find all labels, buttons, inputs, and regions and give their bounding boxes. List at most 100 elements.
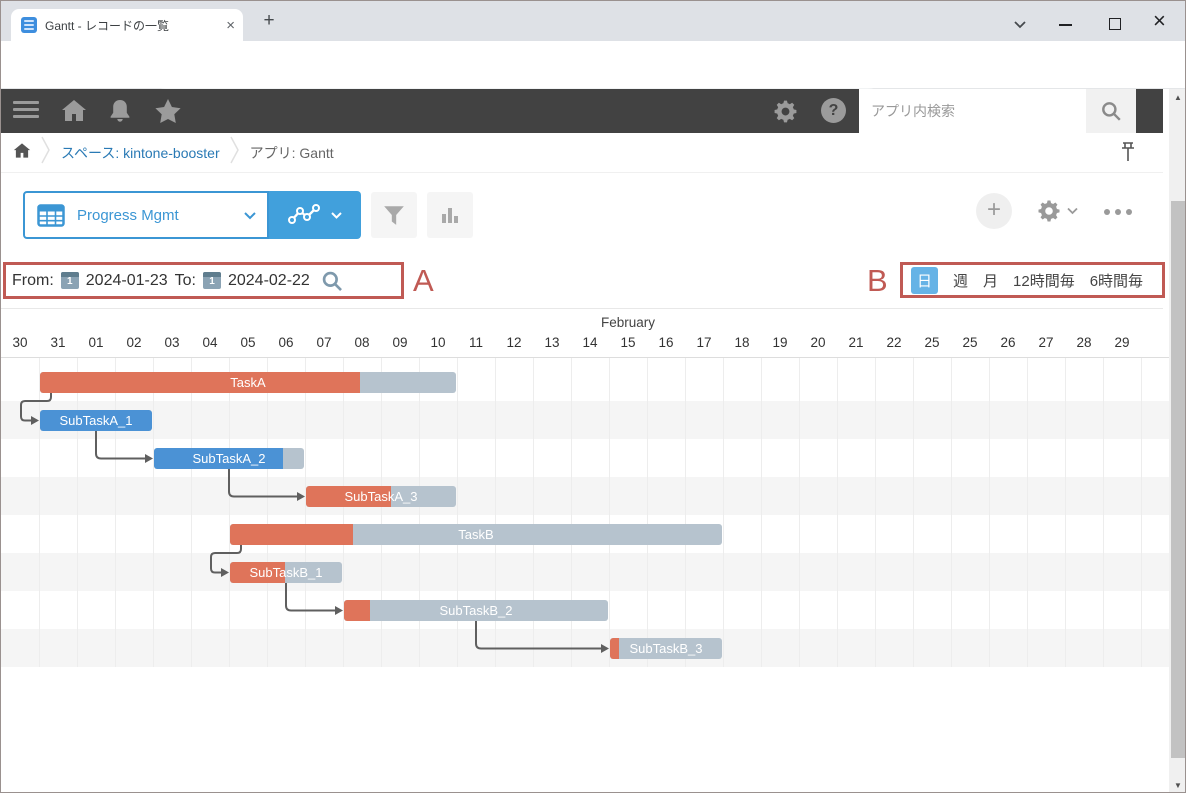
calendar-icon[interactable]: 1 [202,272,221,289]
tab-close-icon[interactable]: × [226,17,235,34]
view-selector-main[interactable]: Progress Mgmt [23,191,269,239]
gridline [1141,358,1142,667]
day-label: 22 [886,335,902,350]
filter-button[interactable] [371,192,417,238]
day-label: 31 [50,335,66,350]
view-toolbar: Progress Mgmt + [1,173,1163,251]
more-options-icon[interactable] [1104,209,1132,215]
breadcrumb-space-link[interactable]: スペース: kintone-booster [61,143,220,163]
task-label: SubTaskB_2 [439,603,513,618]
notifications-bell-icon[interactable] [108,98,132,129]
polyline-graph-icon [287,204,320,224]
scale-button-2[interactable]: 月 [983,270,998,291]
day-label: 05 [240,335,256,350]
day-label: 13 [544,335,560,350]
gantt-row [1,477,1179,515]
page-scrollbar[interactable]: ▲ ▼ [1169,89,1185,792]
scale-button-1[interactable]: 週 [953,270,968,291]
day-label: 26 [1000,335,1016,350]
app-search-input[interactable] [859,89,1086,133]
pin-icon[interactable] [1121,141,1135,168]
day-label: 27 [1038,335,1054,350]
breadcrumb-app-label: アプリ: Gantt [249,144,334,161]
browser-window: Gantt - レコードの一覧 × + × ← → pandafirm.cybo… [0,0,1186,793]
gear-icon [1038,200,1060,222]
gridline [115,358,116,667]
scroll-down-icon[interactable]: ▼ [1169,781,1185,790]
task-bar[interactable]: SubTaskB_1 [230,562,342,583]
scale-button-3[interactable]: 12時間毎 [1013,270,1075,291]
day-label: 29 [1114,335,1130,350]
day-label: 15 [620,335,636,350]
task-bar[interactable]: SubTaskB_3 [610,638,722,659]
portal-home-icon[interactable] [61,98,87,128]
task-bar[interactable]: SubTaskA_1 [40,410,152,431]
chevron-down-icon [1067,207,1078,215]
day-label: 25 [962,335,978,350]
app-settings-button[interactable] [1036,198,1078,224]
gridline [761,358,762,667]
gridline [1103,358,1104,667]
task-label: SubTaskB_3 [629,641,703,656]
chart-button[interactable] [427,192,473,238]
browser-titlebar: Gantt - レコードの一覧 × + × [1,1,1185,41]
browser-toolbar: ← → pandafirm.cybozu.com/k/2000/ [1,41,1185,122]
day-label: 12 [506,335,522,350]
gridline [1065,358,1066,667]
timeline-border [1,357,1179,358]
day-label: 07 [316,335,332,350]
day-label: 08 [354,335,370,350]
app-search-button[interactable] [1086,89,1136,133]
scale-button-4[interactable]: 6時間毎 [1090,270,1143,291]
scrollbar-thumb[interactable] [1171,201,1185,758]
admin-gear-icon[interactable] [772,98,799,130]
scroll-up-icon[interactable]: ▲ [1169,93,1185,102]
apply-search-icon[interactable] [321,270,343,292]
help-icon[interactable]: ? [821,98,846,123]
view-selector[interactable]: Progress Mgmt [23,191,361,239]
view-selector-value: Progress Mgmt [77,206,179,224]
gantt-chart: February 30 31 01 02 03 04 05 06 07 08 09 10 11 12 13 14… [1,309,1185,792]
task-bar[interactable]: TaskA [40,372,456,393]
breadcrumb: スペース: kintone-booster アプリ: Gantt [1,133,1163,173]
task-bar[interactable]: SubTaskA_2 [154,448,304,469]
task-label: SubTaskA_2 [192,451,266,466]
date-range-annotation-box: From: 1 2024-01-23 To: 1 2024-02-22 [3,262,404,299]
hamburger-menu-icon[interactable] [13,101,39,118]
day-label: 01 [88,335,104,350]
calendar-icon[interactable]: 1 [60,272,79,289]
gridline [609,358,610,667]
gridline [875,358,876,667]
task-bar[interactable]: SubTaskA_3 [306,486,456,507]
window-maximize-button[interactable] [1109,18,1121,30]
tab-search-icon[interactable] [1013,16,1027,34]
add-record-button[interactable]: + [976,193,1012,229]
day-label: 20 [810,335,826,350]
annotation-label-a: A [413,263,434,298]
window-minimize-button[interactable] [1059,24,1072,26]
day-label: 04 [202,335,218,350]
gantt-controls: From: 1 2024-01-23 To: 1 2024-02-22 A B … [1,251,1165,309]
gridline [647,358,648,667]
from-date-value[interactable]: 2024-01-23 [86,272,168,290]
new-tab-button[interactable]: + [257,10,281,32]
breadcrumb-home-icon[interactable] [13,142,31,164]
gridline [723,358,724,667]
gridline [77,358,78,667]
window-close-button[interactable]: × [1153,8,1166,34]
gridline [913,358,914,667]
kintone-favicon [21,17,37,33]
gridline [267,358,268,667]
task-bar[interactable]: TaskB [230,524,722,545]
graph-view-button[interactable] [269,191,361,239]
task-label: SubTaskA_3 [344,489,418,504]
gridline [951,358,952,667]
day-label: 25 [924,335,940,350]
gridline [305,358,306,667]
scale-button-0[interactable]: 日 [911,266,938,294]
favorites-star-icon[interactable] [154,98,182,129]
to-date-value[interactable]: 2024-02-22 [228,272,310,290]
browser-tab[interactable]: Gantt - レコードの一覧 × [11,9,243,41]
task-bar[interactable]: SubTaskB_2 [344,600,608,621]
task-label: SubTaskA_1 [59,413,133,428]
